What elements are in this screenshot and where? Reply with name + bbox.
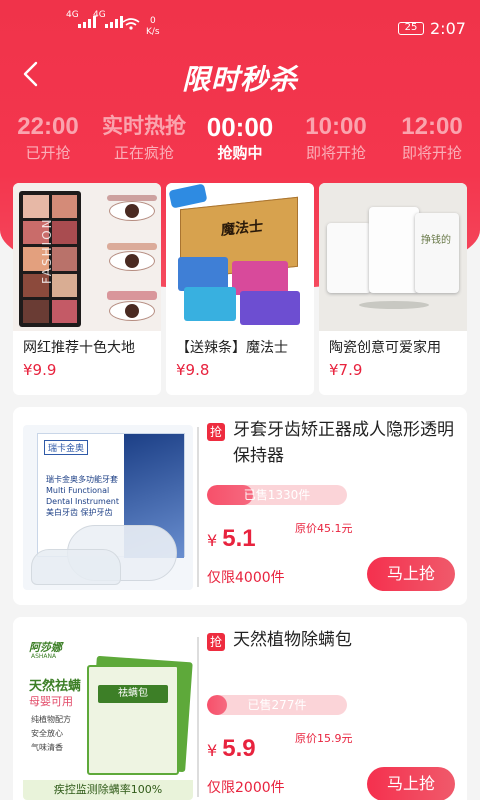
product-name: 【送辣条】魔法士 (176, 340, 288, 356)
network-type-label: 4G (93, 10, 106, 20)
tab-status: 抢购中 (217, 144, 263, 162)
product-name: 陶瓷创意可爱家用 (329, 340, 441, 356)
flash-sale-badge: 抢 (207, 423, 225, 441)
sold-count: 已售1330件 (243, 488, 311, 502)
network-type-label: 4G (66, 10, 79, 20)
product-name: 牙套牙齿矫正器成人隐形透明保持器 (233, 420, 454, 466)
original-price: 原价15.9元 (295, 732, 353, 745)
box-label-text: 魔法士 (221, 218, 263, 239)
mug-print-text: 挣钱的 (421, 235, 451, 246)
list-product-card[interactable]: 瑞卡金奥 瑞卡金奥多功能牙套 Multi Functional Dental I… (13, 407, 467, 605)
product-price: ¥7.9 (329, 361, 363, 379)
product-image-mite-bag: 阿莎娜 ASHANA 天然祛螨 母婴可用 纯植物配方 安全放心 气味清香 祛螨包… (23, 635, 193, 800)
stock-limit: 仅限4000件 (207, 570, 285, 586)
tab-status: 即将开抢 (305, 144, 366, 162)
tab-slot-5[interactable]: 12:00 即将开抢 (382, 112, 480, 164)
palette-brand-text: FASHION (40, 217, 54, 284)
product-price: ¥9.8 (176, 361, 210, 379)
top-product-card[interactable]: 挣钱的 陶瓷创意可爱家用 ¥7.9 (319, 183, 467, 395)
tab-time: 12:00 (401, 113, 463, 140)
product-image-snack: 魔法士 (166, 183, 314, 331)
tab-status: 即将开抢 (401, 144, 462, 162)
product-price: ¥9.9 (23, 361, 57, 379)
buy-now-button[interactable]: 马上抢 (367, 557, 455, 591)
original-price: 原价45.1元 (295, 522, 353, 535)
product-image-mugs: 挣钱的 (319, 183, 467, 331)
tab-time: 00:00 (206, 112, 274, 142)
product-name: 网红推荐十色大地 (23, 340, 135, 356)
sold-progress-bar: 已售1330件 (207, 485, 347, 505)
buy-now-button[interactable]: 马上抢 (367, 767, 455, 800)
time-slot-tabs: 22:00 已开抢 实时热抢 正在疯抢 00:00 抢购中 10:00 即将开抢… (0, 112, 480, 172)
tab-status: 正在疯抢 (113, 144, 174, 162)
network-speed: 0 K/s (146, 16, 160, 37)
product-image-dental: 瑞卡金奥 瑞卡金奥多功能牙套 Multi Functional Dental I… (23, 425, 193, 590)
status-bar: 4G 4G 0 K/s 25 2:07 (0, 0, 480, 40)
product-image-eyeshadow: FASHION (13, 183, 161, 331)
tab-time: 10:00 (305, 113, 367, 140)
tab-slot-1[interactable]: 22:00 已开抢 (0, 112, 98, 164)
tab-slot-3[interactable]: 00:00 抢购中 (190, 112, 290, 164)
tab-time: 22:00 (17, 113, 79, 140)
tab-time: 实时热抢 (102, 115, 186, 138)
list-product-card[interactable]: 阿莎娜 ASHANA 天然祛螨 母婴可用 纯植物配方 安全放心 气味清香 祛螨包… (13, 617, 467, 800)
clock: 2:07 (430, 19, 466, 38)
flash-sale-badge: 抢 (207, 633, 225, 651)
tab-slot-2[interactable]: 实时热抢 正在疯抢 (94, 112, 194, 164)
tab-slot-4[interactable]: 10:00 即将开抢 (286, 112, 386, 164)
signal-icon: 4G (93, 10, 123, 28)
sale-price: ¥ 5.1 (207, 525, 256, 552)
tab-status: 已开抢 (25, 144, 71, 162)
divider (197, 427, 199, 587)
page-title: 限时秒杀 (181, 63, 298, 96)
image-banner-text: 疾控监测除螨率100% (23, 780, 193, 800)
sold-progress-bar: 已售277件 (207, 695, 347, 715)
top-product-card[interactable]: FASHION 网红推荐十色大地 ¥9.9 (13, 183, 161, 395)
top-product-card[interactable]: 魔法士 【送辣条】魔法士 ¥9.8 (166, 183, 314, 395)
sold-count: 已售277件 (247, 698, 307, 712)
stock-limit: 仅限2000件 (207, 780, 285, 796)
product-name: 天然植物除螨包 (233, 630, 352, 650)
wifi-icon (122, 18, 140, 30)
image-brand-text: 瑞卡金奥 (44, 440, 89, 455)
sale-price: ¥ 5.9 (207, 735, 256, 762)
divider (197, 637, 199, 797)
battery-icon: 25 (398, 22, 424, 35)
